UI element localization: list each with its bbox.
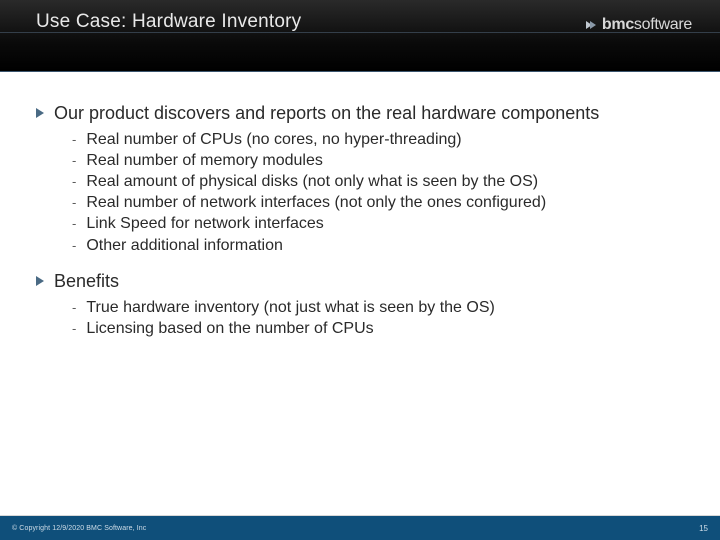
logo-text-light: software <box>634 16 692 34</box>
header-bar: Use Case: Hardware Inventory bmcsoftware <box>0 0 720 72</box>
bullet-l2-text: Real number of network interfaces (not o… <box>86 192 546 213</box>
bullet-l2-text: True hardware inventory (not just what i… <box>86 297 494 318</box>
bullet-l2-text: Licensing based on the number of CPUs <box>86 318 373 339</box>
bullet-l2: -Real amount of physical disks (not only… <box>72 171 684 192</box>
bullet-l1: Our product discovers and reports on the… <box>36 102 684 125</box>
bullet-arrow-icon <box>36 108 46 118</box>
bmc-logo: bmcsoftware <box>584 16 692 34</box>
dash-icon: - <box>72 299 76 316</box>
bullet-l1-text: Our product discovers and reports on the… <box>54 102 599 125</box>
dash-icon: - <box>72 173 76 190</box>
bullet-l2: -Other additional information <box>72 235 684 256</box>
bullet-l2-text: Real number of CPUs (no cores, no hyper-… <box>86 129 461 150</box>
bullet-l2-text: Real number of memory modules <box>86 150 323 171</box>
page-number: 15 <box>699 524 708 533</box>
bullet-l2: -True hardware inventory (not just what … <box>72 297 684 318</box>
sub-bullet-group: -Real number of CPUs (no cores, no hyper… <box>72 129 684 256</box>
slide-body: Our product discovers and reports on the… <box>0 72 720 339</box>
copyright-text: © Copyright 12/9/2020 BMC Software, Inc <box>12 525 146 532</box>
dash-icon: - <box>72 194 76 211</box>
bullet-l2: -Link Speed for network interfaces <box>72 213 684 234</box>
bullet-l1: Benefits <box>36 270 684 293</box>
sub-bullet-group: -True hardware inventory (not just what … <box>72 297 684 339</box>
bullet-l2: -Licensing based on the number of CPUs <box>72 318 684 339</box>
slide-title: Use Case: Hardware Inventory <box>36 11 301 33</box>
bullet-l2-text: Link Speed for network interfaces <box>86 213 323 234</box>
header-divider <box>0 32 720 33</box>
bullet-l1-text: Benefits <box>54 270 119 293</box>
bullet-l2: -Real number of network interfaces (not … <box>72 192 684 213</box>
logo-text-bold: bmc <box>602 16 634 34</box>
dash-icon: - <box>72 237 76 254</box>
bullet-l2: -Real number of CPUs (no cores, no hyper… <box>72 129 684 150</box>
footer-bar: © Copyright 12/9/2020 BMC Software, Inc … <box>0 516 720 540</box>
logo-chevron-icon <box>584 18 598 32</box>
bullet-arrow-icon <box>36 276 46 286</box>
bullet-l2: -Real number of memory modules <box>72 150 684 171</box>
dash-icon: - <box>72 131 76 148</box>
dash-icon: - <box>72 152 76 169</box>
bullet-l2-text: Real amount of physical disks (not only … <box>86 171 538 192</box>
dash-icon: - <box>72 215 76 232</box>
dash-icon: - <box>72 320 76 337</box>
bullet-l2-text: Other additional information <box>86 235 283 256</box>
